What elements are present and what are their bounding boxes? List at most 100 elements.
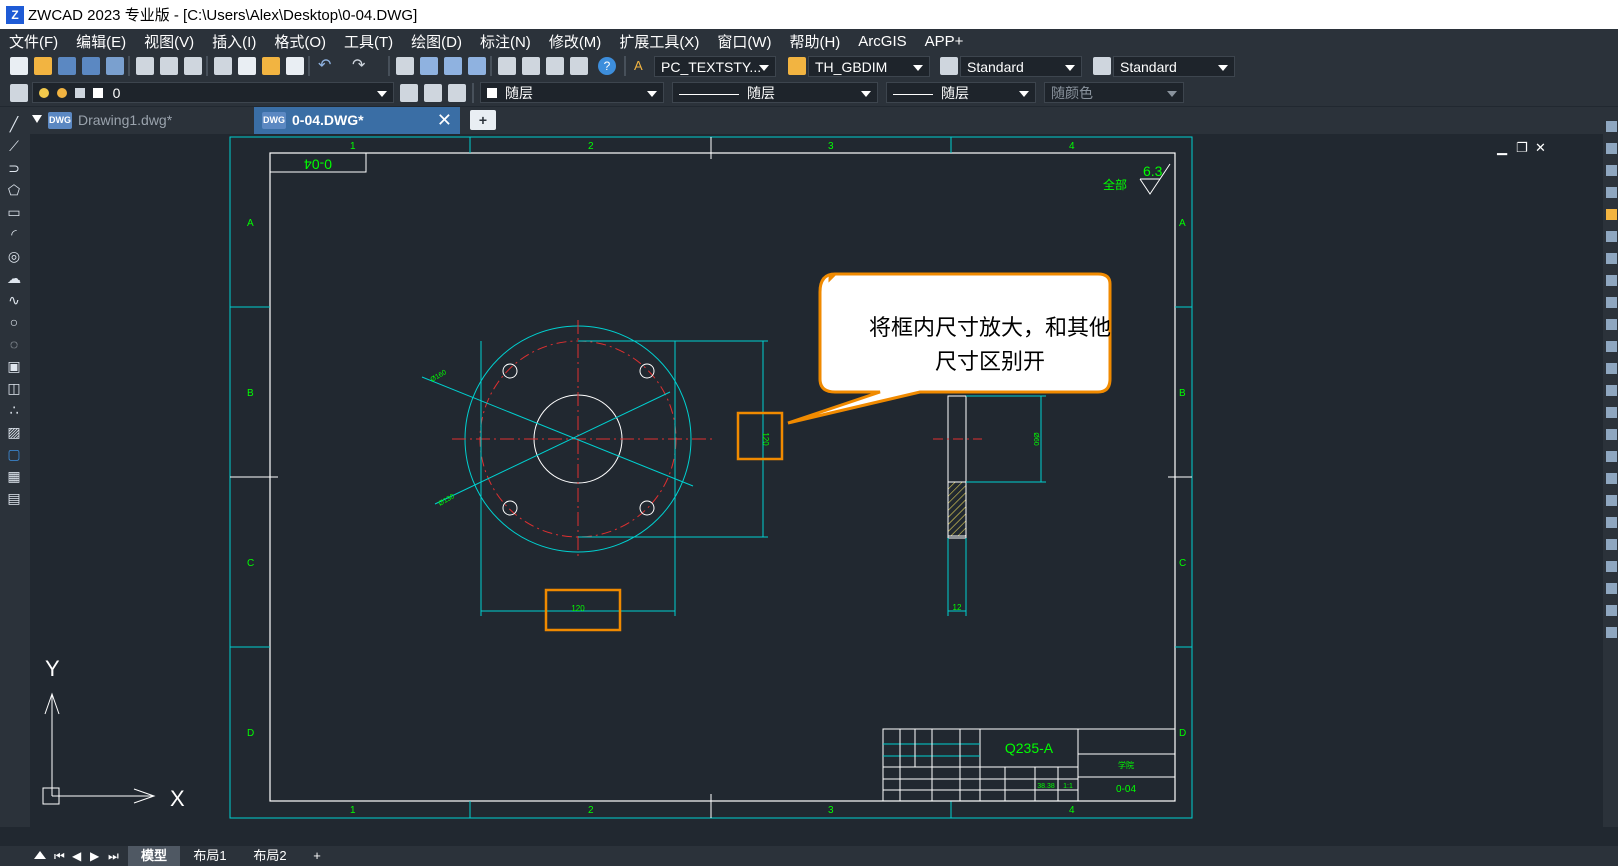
extend-icon[interactable]: [1606, 341, 1617, 352]
layer-select[interactable]: 0: [32, 82, 394, 103]
menu-file[interactable]: 文件(F): [0, 31, 67, 52]
table-style-select[interactable]: Standard: [960, 56, 1082, 77]
add-layout-button[interactable]: +: [306, 846, 328, 866]
plot-icon[interactable]: [184, 57, 202, 75]
explode-icon[interactable]: [1606, 451, 1617, 462]
tab-model[interactable]: 模型: [128, 846, 180, 866]
edit-polyline-icon[interactable]: [1606, 517, 1617, 528]
region-icon[interactable]: ▢: [5, 445, 23, 463]
menu-modify[interactable]: 修改(M): [540, 31, 611, 52]
menu-window[interactable]: 窗口(W): [708, 31, 780, 52]
pan-icon[interactable]: [396, 57, 414, 75]
help-icon[interactable]: ?: [598, 57, 616, 75]
color-select[interactable]: 随层: [480, 82, 664, 103]
menu-view[interactable]: 视图(V): [135, 31, 203, 52]
multileader-style-select[interactable]: Standard: [1113, 56, 1235, 77]
calculator-icon[interactable]: [570, 57, 588, 75]
align-icon[interactable]: [1606, 495, 1617, 506]
zoom-previous-icon[interactable]: [468, 57, 486, 75]
ellipse-arc-icon[interactable]: ◌: [5, 335, 23, 353]
match-properties-icon[interactable]: [286, 57, 304, 75]
menu-format[interactable]: 格式(O): [265, 31, 335, 52]
menu-edit[interactable]: 编辑(E): [67, 31, 135, 52]
break-icon[interactable]: [1606, 363, 1617, 374]
open-file-icon[interactable]: [34, 57, 52, 75]
lineweight-select[interactable]: 随层: [886, 82, 1036, 103]
redo-icon[interactable]: ↷: [352, 57, 370, 75]
make-current-layer-icon[interactable]: [400, 84, 418, 102]
make-block-icon[interactable]: ◫: [5, 379, 23, 397]
edit-block-icon[interactable]: [1606, 627, 1617, 638]
chamfer-icon[interactable]: [1606, 407, 1617, 418]
stretch-icon[interactable]: [1606, 297, 1617, 308]
table-icon[interactable]: ▦: [5, 467, 23, 485]
menu-help[interactable]: 帮助(H): [780, 31, 849, 52]
viewport-close-icon[interactable]: ✕: [1535, 140, 1546, 156]
design-center-icon[interactable]: [522, 57, 540, 75]
erase-icon[interactable]: [1606, 121, 1617, 132]
edit-text-icon[interactable]: [1606, 583, 1617, 594]
arc-icon[interactable]: ◜: [5, 225, 23, 243]
copy-object-icon[interactable]: [1606, 143, 1617, 154]
move-icon[interactable]: [1606, 231, 1617, 242]
viewport-minimize-icon[interactable]: ▁: [1497, 140, 1507, 156]
mirror-icon[interactable]: [1606, 165, 1617, 176]
revision-cloud-icon[interactable]: ☁: [5, 269, 23, 287]
tab-layout1[interactable]: 布局1: [184, 846, 236, 866]
next-layout-icon[interactable]: ▶: [90, 849, 99, 863]
dim-style-select[interactable]: TH_GBDIM: [808, 56, 930, 77]
layout-menu-icon[interactable]: [34, 851, 46, 859]
insert-block-icon[interactable]: ▣: [5, 357, 23, 375]
spline-icon[interactable]: ∿: [5, 291, 23, 309]
menu-insert[interactable]: 插入(I): [203, 31, 265, 52]
linetype-select[interactable]: 随层: [672, 82, 878, 103]
cut-icon[interactable]: [214, 57, 232, 75]
prev-layout-icon[interactable]: ◀: [72, 849, 81, 863]
properties-icon[interactable]: [498, 57, 516, 75]
hatch-icon[interactable]: ▨: [5, 423, 23, 441]
offset-icon[interactable]: [1606, 187, 1617, 198]
tab-drawing1[interactable]: DWG Drawing1.dwg*: [40, 107, 254, 134]
save-as-icon[interactable]: [82, 57, 100, 75]
menu-arcgis[interactable]: ArcGIS: [849, 33, 915, 50]
edit-hatch-icon[interactable]: [1606, 561, 1617, 572]
ellipse-icon[interactable]: ○: [5, 313, 23, 331]
tool-palettes-icon[interactable]: [546, 57, 564, 75]
menu-dimension[interactable]: 标注(N): [471, 31, 540, 52]
plotstyle-select[interactable]: 随颜色: [1044, 82, 1184, 103]
tab-0-04[interactable]: DWG 0-04.DWG* ✕: [254, 107, 460, 134]
edit-attribute-icon[interactable]: [1606, 605, 1617, 616]
join-icon[interactable]: [1606, 385, 1617, 396]
trim-icon[interactable]: [1606, 319, 1617, 330]
first-layout-icon[interactable]: ⏮: [54, 849, 65, 864]
save-all-icon[interactable]: [106, 57, 124, 75]
new-tab-icon[interactable]: +: [470, 110, 496, 130]
lengthen-icon[interactable]: [1606, 473, 1617, 484]
save-icon[interactable]: [58, 57, 76, 75]
line-icon[interactable]: ╱: [5, 115, 23, 133]
fillet-icon[interactable]: [1606, 429, 1617, 440]
rotate-icon[interactable]: [1606, 253, 1617, 264]
zoom-window-icon[interactable]: [444, 57, 462, 75]
scale-icon[interactable]: [1606, 275, 1617, 286]
viewport-restore-icon[interactable]: ❐: [1516, 140, 1528, 156]
rectangle-icon[interactable]: ▭: [5, 203, 23, 221]
text-style-select[interactable]: PC_TEXTSTY...: [654, 56, 776, 77]
layer-states-icon[interactable]: [448, 84, 466, 102]
edit-spline-icon[interactable]: [1606, 539, 1617, 550]
menu-app-plus[interactable]: APP+: [916, 33, 973, 50]
close-tab-icon[interactable]: ✕: [437, 107, 452, 134]
print-preview-icon[interactable]: [160, 57, 178, 75]
layer-manager-icon[interactable]: [10, 84, 28, 102]
print-icon[interactable]: [136, 57, 154, 75]
layer-previous-icon[interactable]: [424, 84, 442, 102]
array-icon[interactable]: [1606, 209, 1617, 220]
drawing-canvas[interactable]: 1 2 3 4 1 2 3 4 A B C D A B C D 0-04 全部 …: [30, 134, 1603, 830]
new-file-icon[interactable]: [10, 57, 28, 75]
zoom-realtime-icon[interactable]: [420, 57, 438, 75]
polygon-icon[interactable]: ⬠: [5, 181, 23, 199]
last-layout-icon[interactable]: ⏭: [108, 849, 119, 864]
circle-icon[interactable]: ◎: [5, 247, 23, 265]
menu-tools[interactable]: 工具(T): [335, 31, 402, 52]
paste-icon[interactable]: [262, 57, 280, 75]
